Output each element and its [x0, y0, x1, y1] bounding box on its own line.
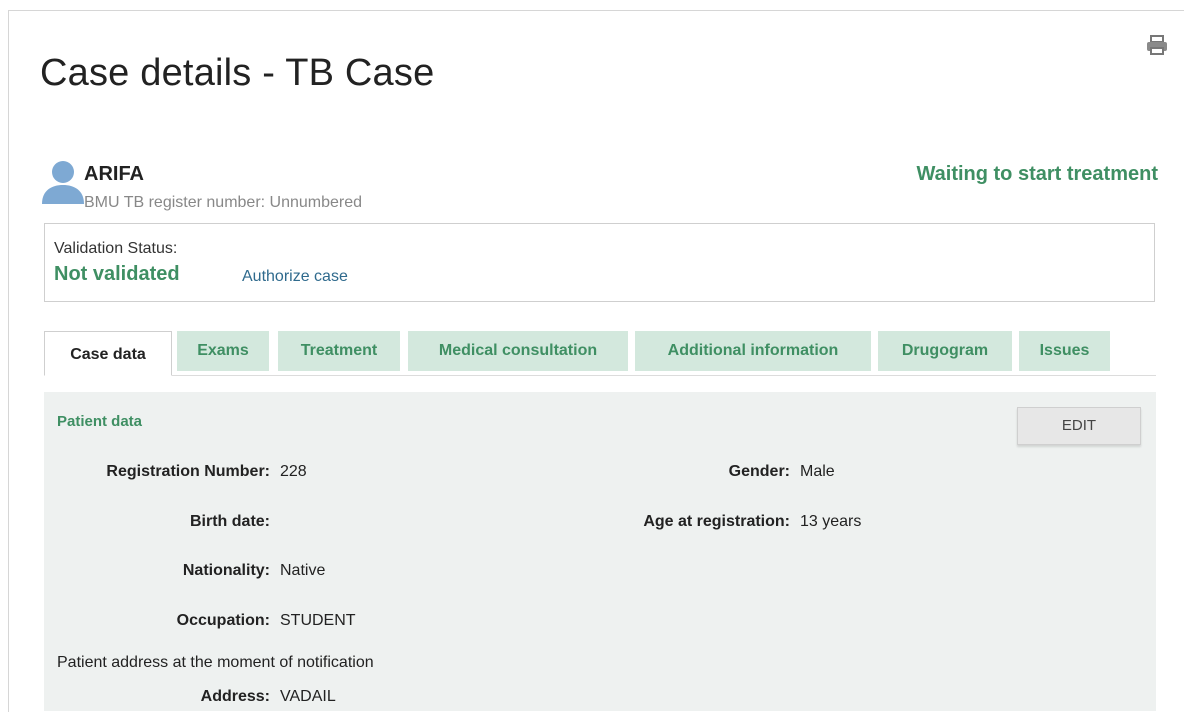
validation-status: Not validated	[54, 263, 180, 285]
address-value: VADAIL	[280, 688, 336, 705]
register-number: BMU TB register number: Unnumbered	[84, 194, 363, 211]
address-heading: Patient address at the moment of notific…	[57, 654, 374, 671]
tab-medical-consultation[interactable]: Medical consultation	[408, 331, 628, 371]
print-icon[interactable]	[1145, 34, 1169, 56]
age-label: Age at registration:	[643, 513, 790, 530]
authorize-case-link[interactable]: Authorize case	[242, 268, 348, 286]
tab-treatment[interactable]: Treatment	[278, 331, 400, 371]
occupation-label: Occupation:	[176, 612, 270, 629]
occupation-value: STUDENT	[280, 612, 356, 629]
user-avatar-icon	[42, 160, 84, 204]
case-state: Waiting to start treatment	[916, 163, 1159, 185]
tab-additional-information[interactable]: Additional information	[635, 331, 871, 371]
section-title: Patient data	[57, 413, 143, 430]
nationality-value: Native	[280, 562, 326, 579]
tab-exams[interactable]: Exams	[177, 331, 269, 371]
address-label: Address:	[200, 688, 270, 705]
validation-box: Validation Status: Not validated Authori…	[44, 223, 1155, 302]
tab-issues[interactable]: Issues	[1019, 331, 1110, 371]
case-data-panel: Patient data EDIT Registration Number: 2…	[44, 392, 1156, 711]
validation-label: Validation Status:	[54, 240, 178, 257]
tab-bar: Case data Exams Treatment Medical consul…	[44, 331, 1156, 376]
page-title: Case details - TB Case	[40, 52, 435, 94]
gender-label: Gender:	[728, 463, 790, 480]
birth-date-label: Birth date:	[190, 513, 270, 530]
registration-number-label: Registration Number:	[106, 463, 270, 480]
gender-value: Male	[800, 463, 835, 480]
registration-number-value: 228	[280, 463, 307, 480]
edit-button[interactable]: EDIT	[1017, 407, 1141, 445]
age-value: 13 years	[800, 513, 862, 530]
tab-drugogram[interactable]: Drugogram	[878, 331, 1012, 371]
nationality-label: Nationality:	[182, 562, 270, 579]
tab-case-data[interactable]: Case data	[44, 331, 172, 376]
patient-name: ARIFA	[84, 163, 144, 185]
